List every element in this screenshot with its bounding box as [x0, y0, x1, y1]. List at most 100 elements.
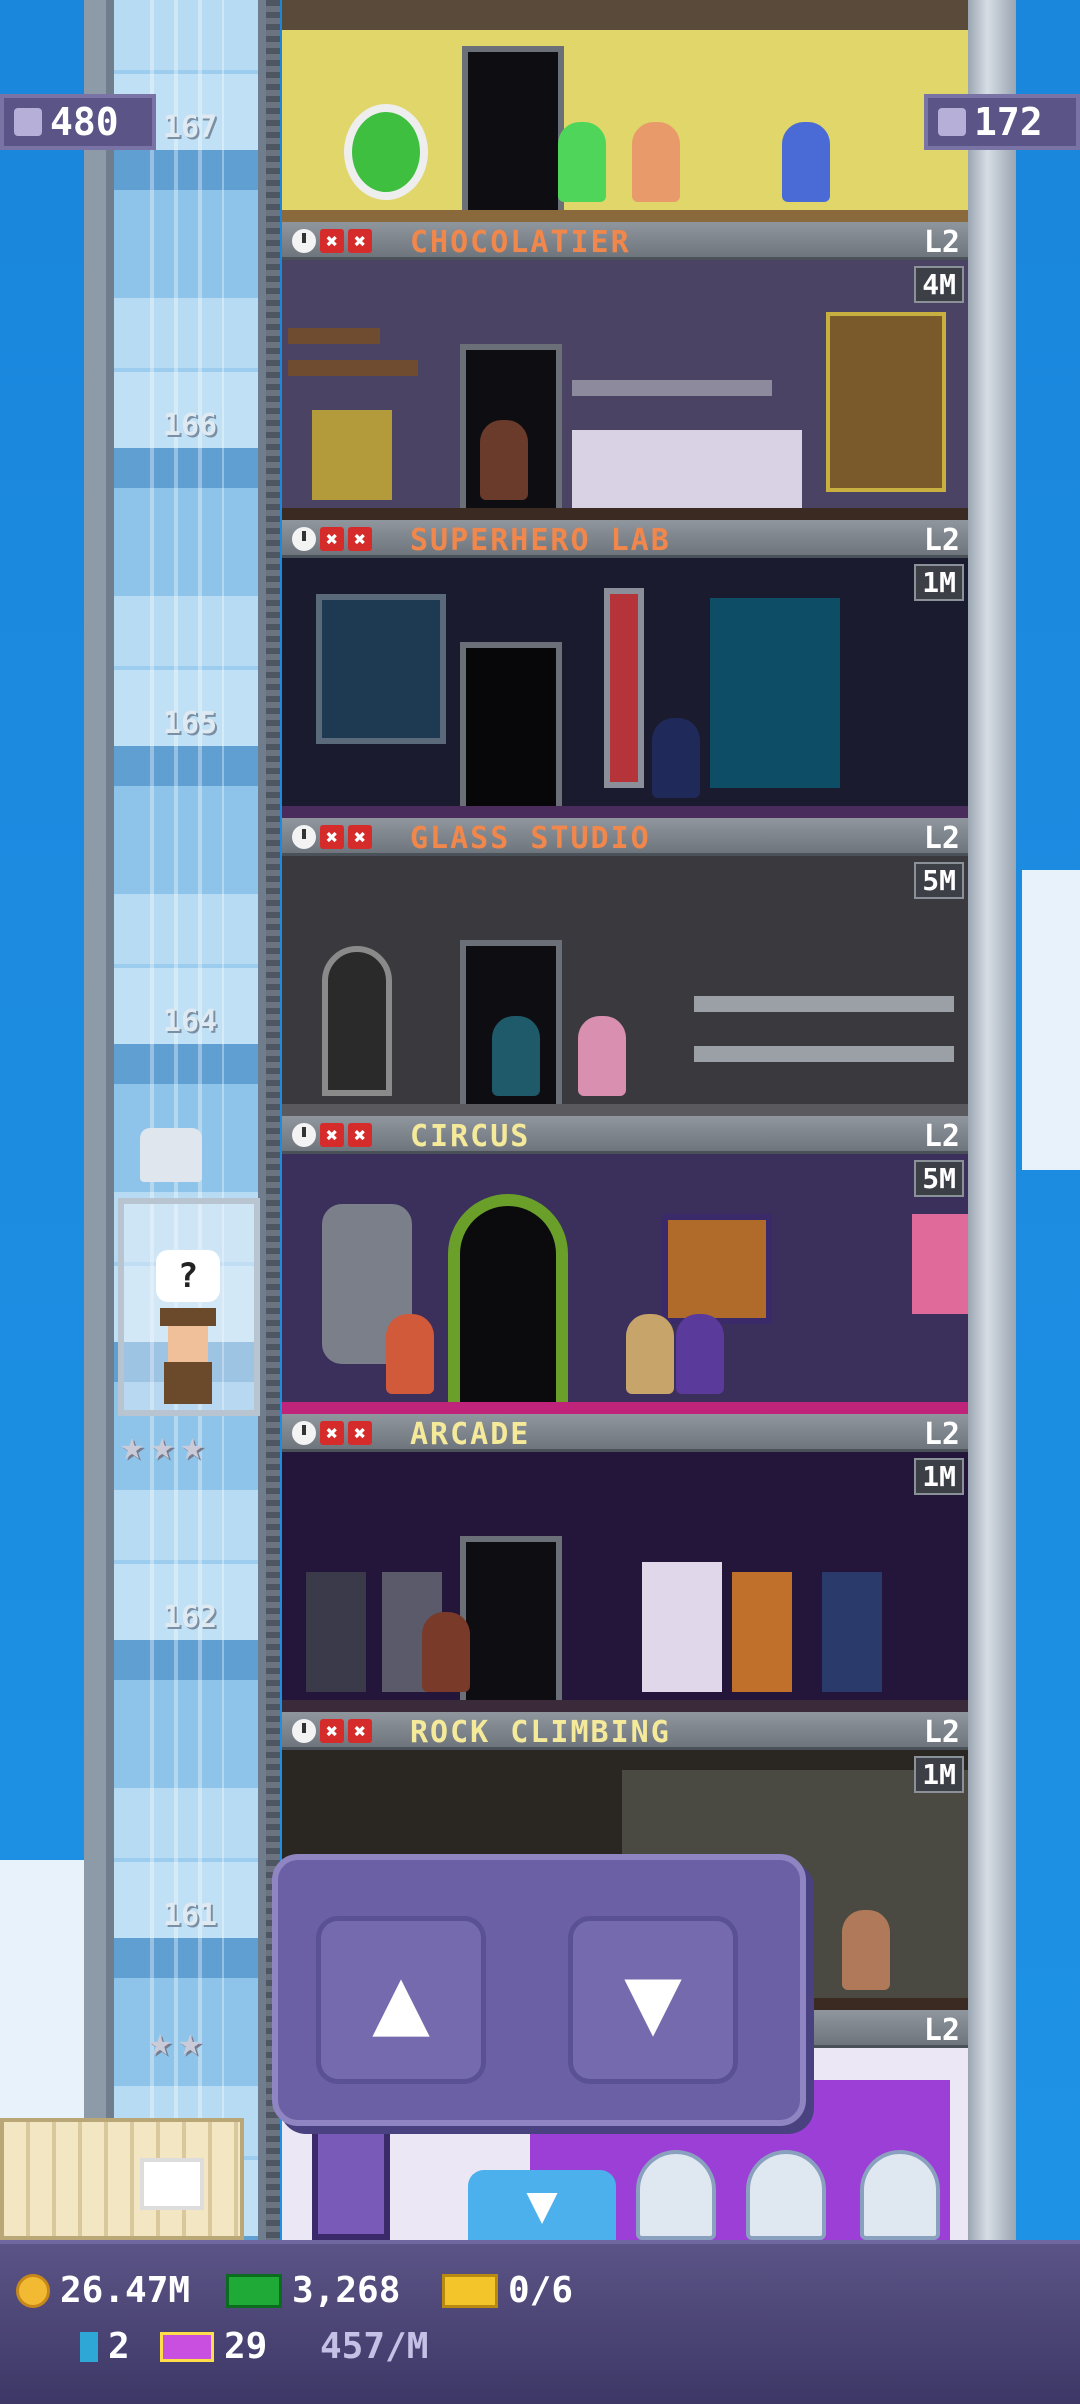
floor-level: L2 — [923, 1417, 960, 1452]
elevator-top — [140, 1128, 202, 1182]
box-icon[interactable] — [140, 2158, 204, 2210]
floor-header: ✖ ✖ ARCADE L2 — [282, 1414, 968, 1452]
arcade-cabinet — [732, 1572, 792, 1692]
person-icon — [14, 108, 42, 136]
cloud-right — [1022, 870, 1080, 1170]
machine — [312, 410, 392, 500]
bitizen[interactable] — [578, 1016, 626, 1096]
bitizen[interactable] — [626, 1314, 674, 1394]
green-egg-chair — [344, 104, 428, 200]
x-icon: ✖ — [348, 1719, 372, 1743]
bitizen[interactable] — [422, 1612, 470, 1692]
floor-chocolatier[interactable]: ✖ ✖ CHOCOLATIER L2 4M — [282, 222, 968, 520]
furnace — [322, 946, 392, 1096]
bitizen[interactable] — [558, 122, 606, 202]
shelf — [288, 328, 380, 344]
arch-door — [448, 1194, 568, 1404]
elevator-control-pad: ▲ ▼ — [272, 1854, 806, 2126]
floor-header: ✖ ✖ CHOCOLATIER L2 — [282, 222, 968, 260]
building-icon — [938, 108, 966, 136]
floor-level: L2 — [923, 821, 960, 856]
floor-arcade[interactable]: ✖ ✖ ARCADE L2 1M — [282, 1414, 968, 1712]
population-count: 480 — [50, 100, 119, 144]
floors-badge[interactable]: 172 — [924, 94, 1080, 150]
floor-level: L2 — [923, 523, 960, 558]
counter — [572, 430, 802, 510]
stock-amount: 4M — [914, 266, 964, 303]
bitizen[interactable] — [386, 1314, 434, 1394]
tv-display[interactable]: 29 — [160, 2326, 267, 2367]
stock-amount: 5M — [914, 862, 964, 899]
bitizen[interactable] — [842, 1910, 890, 1990]
income-rate-value: 457/M — [320, 2326, 429, 2367]
floor-header: ✖ ✖ SUPERHERO LAB L2 — [282, 520, 968, 558]
shelf — [572, 380, 772, 396]
door — [462, 46, 564, 222]
coin-icon — [16, 2273, 50, 2308]
floor-circus[interactable]: ✖ ✖ CIRCUS L2 5M — [282, 1116, 968, 1414]
floor-interior — [282, 856, 968, 1116]
floor-name: GLASS STUDIO — [410, 821, 651, 856]
floor-superhero-lab[interactable]: ✖ ✖ SUPERHERO LAB L2 1M — [282, 520, 968, 818]
shelf — [288, 360, 418, 376]
scroll-down-tab[interactable]: ▼ — [468, 2170, 616, 2240]
arcade-cabinet — [306, 1572, 366, 1692]
floor-167-ceiling — [282, 0, 968, 30]
book-icon — [80, 2331, 98, 2362]
ticket-icon — [442, 2273, 498, 2308]
hologram — [710, 598, 840, 788]
bitizen[interactable] — [480, 420, 528, 500]
shelf — [694, 1046, 954, 1062]
chevron-down-icon: ▼ — [526, 2175, 558, 2235]
elevator-up-button[interactable]: ▲ — [316, 1916, 486, 2084]
x-icon: ✖ — [320, 825, 344, 849]
floor-interior — [282, 1154, 968, 1414]
clock-icon — [292, 1719, 316, 1743]
stock-amount: 5M — [914, 1160, 964, 1197]
elevator-rider[interactable] — [160, 1308, 216, 1404]
floor-level: L2 — [923, 2013, 960, 2048]
speech-bubble[interactable]: ? — [156, 1250, 220, 1302]
population-badge[interactable]: 480 — [0, 94, 156, 150]
stock-amount: 1M — [914, 1756, 964, 1793]
floor-base — [282, 508, 968, 520]
bux-display[interactable]: 3,268 — [226, 2270, 400, 2311]
x-icon: ✖ — [320, 1421, 344, 1445]
status-bar: 26.47M 3,268 0/6 2 29 457/M — [0, 2240, 1080, 2404]
clock-icon — [292, 1421, 316, 1445]
floor-name: ARCADE — [410, 1417, 531, 1452]
x-icon: ✖ — [320, 1123, 344, 1147]
floor-level: L2 — [923, 1715, 960, 1750]
x-icon: ✖ — [348, 527, 372, 551]
x-icon: ✖ — [348, 1421, 372, 1445]
floor-glass-studio[interactable]: ✖ ✖ GLASS STUDIO L2 5M — [282, 818, 968, 1116]
elevator-stars: ★ ★ ★ — [120, 1426, 204, 1466]
floor-number: 162 — [162, 1600, 218, 1635]
x-icon: ✖ — [348, 1123, 372, 1147]
tiger-painting — [662, 1214, 772, 1324]
machine — [826, 312, 946, 492]
clock-icon — [292, 229, 316, 253]
floor-number: 165 — [162, 706, 218, 741]
tickets-display[interactable]: 0/6 — [442, 2270, 573, 2311]
vr-pod — [636, 2150, 716, 2240]
bitizen[interactable] — [632, 122, 680, 202]
bitizen[interactable] — [676, 1314, 724, 1394]
star-icon: ★ — [178, 2019, 203, 2065]
bitizen[interactable] — [652, 718, 700, 798]
floor-level: L2 — [923, 1119, 960, 1154]
books-display[interactable]: 2 — [80, 2326, 130, 2367]
cloud-left — [0, 1860, 84, 2140]
lobby-door — [312, 2128, 390, 2240]
up-arrow-icon: ▲ — [372, 1944, 430, 2056]
bitizen[interactable] — [782, 122, 830, 202]
storage-crate[interactable] — [0, 2118, 244, 2240]
coins-display[interactable]: 26.47M — [16, 2270, 190, 2311]
floor-167[interactable] — [282, 0, 968, 222]
clown-painting — [912, 1214, 968, 1314]
x-icon: ✖ — [348, 825, 372, 849]
x-icon: ✖ — [320, 527, 344, 551]
floor-interior — [282, 1452, 968, 1712]
bitizen[interactable] — [492, 1016, 540, 1096]
elevator-down-button[interactable]: ▼ — [568, 1916, 738, 2084]
